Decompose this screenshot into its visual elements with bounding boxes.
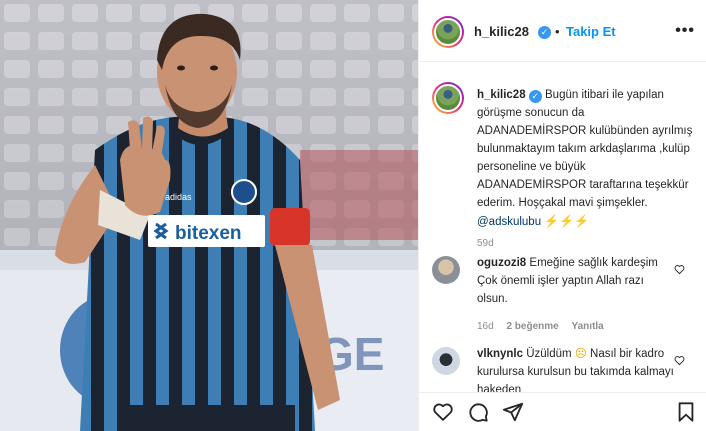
comment-item: oguzozi8 Emeğine sağlık kardeşim Çok öne… <box>477 254 677 336</box>
comment-username[interactable]: oguzozi8 <box>477 257 526 269</box>
comment-time[interactable]: 16d <box>477 321 494 332</box>
more-options-icon[interactable]: ••• <box>675 22 695 40</box>
comment-item: vlknynlc Üzüldüm ☹ Nasıl bir kadro kurul… <box>477 345 677 392</box>
verified-badge-icon: ✓ <box>538 26 551 39</box>
football-player-photo: GE bitexen adidas <box>0 0 418 431</box>
caption-text: Bugün itibari ile yapılan görüşme sonucu… <box>477 89 693 209</box>
post-photo[interactable]: GE bitexen adidas <box>0 0 418 431</box>
jersey-sponsor-text: bitexen <box>175 223 242 244</box>
comment-heart-icon[interactable] <box>674 355 685 366</box>
heart-icon[interactable] <box>432 401 454 423</box>
commenter-avatar[interactable] <box>432 256 460 284</box>
bookmark-icon[interactable] <box>675 401 697 423</box>
comment-text: Üzüldüm <box>526 348 572 360</box>
share-icon[interactable] <box>502 401 524 423</box>
separator-dot: • <box>555 24 560 39</box>
follow-button[interactable]: Takip Et <box>566 24 616 39</box>
comment-icon[interactable] <box>467 401 489 423</box>
comment-username[interactable]: vlknynlc <box>477 348 523 360</box>
reply-button[interactable]: Yanıtla <box>572 321 604 332</box>
post-header: h_kilic28 ✓ • Takip Et ••• <box>419 0 706 62</box>
verified-badge-icon: ✓ <box>528 90 542 103</box>
caption-avatar[interactable] <box>432 82 464 114</box>
post-caption: h_kilic28 ✓ Bugün itibari ile yapılan gö… <box>477 86 695 253</box>
post-sidebar: h_kilic28 ✓ • Takip Et ••• h_kilic28 ✓ B… <box>418 0 706 431</box>
caption-time[interactable]: 59d <box>477 235 695 253</box>
comments-area[interactable]: h_kilic28 ✓ Bugün itibari ile yapılan gö… <box>419 62 706 392</box>
comment-likes[interactable]: 2 beğenme <box>506 321 558 332</box>
author-avatar[interactable] <box>432 16 464 48</box>
lightning-emoji: ⚡⚡⚡ <box>544 214 590 228</box>
svg-text:adidas: adidas <box>165 192 192 202</box>
caption-username[interactable]: h_kilic28 <box>477 89 526 101</box>
action-bar <box>419 392 706 431</box>
author-username[interactable]: h_kilic28 <box>474 24 529 39</box>
caption-mention[interactable]: @adskulubu <box>477 216 541 228</box>
commenter-avatar[interactable] <box>432 347 460 375</box>
comment-heart-icon[interactable] <box>674 264 685 275</box>
sad-face-emoji: ☹ <box>574 348 587 360</box>
